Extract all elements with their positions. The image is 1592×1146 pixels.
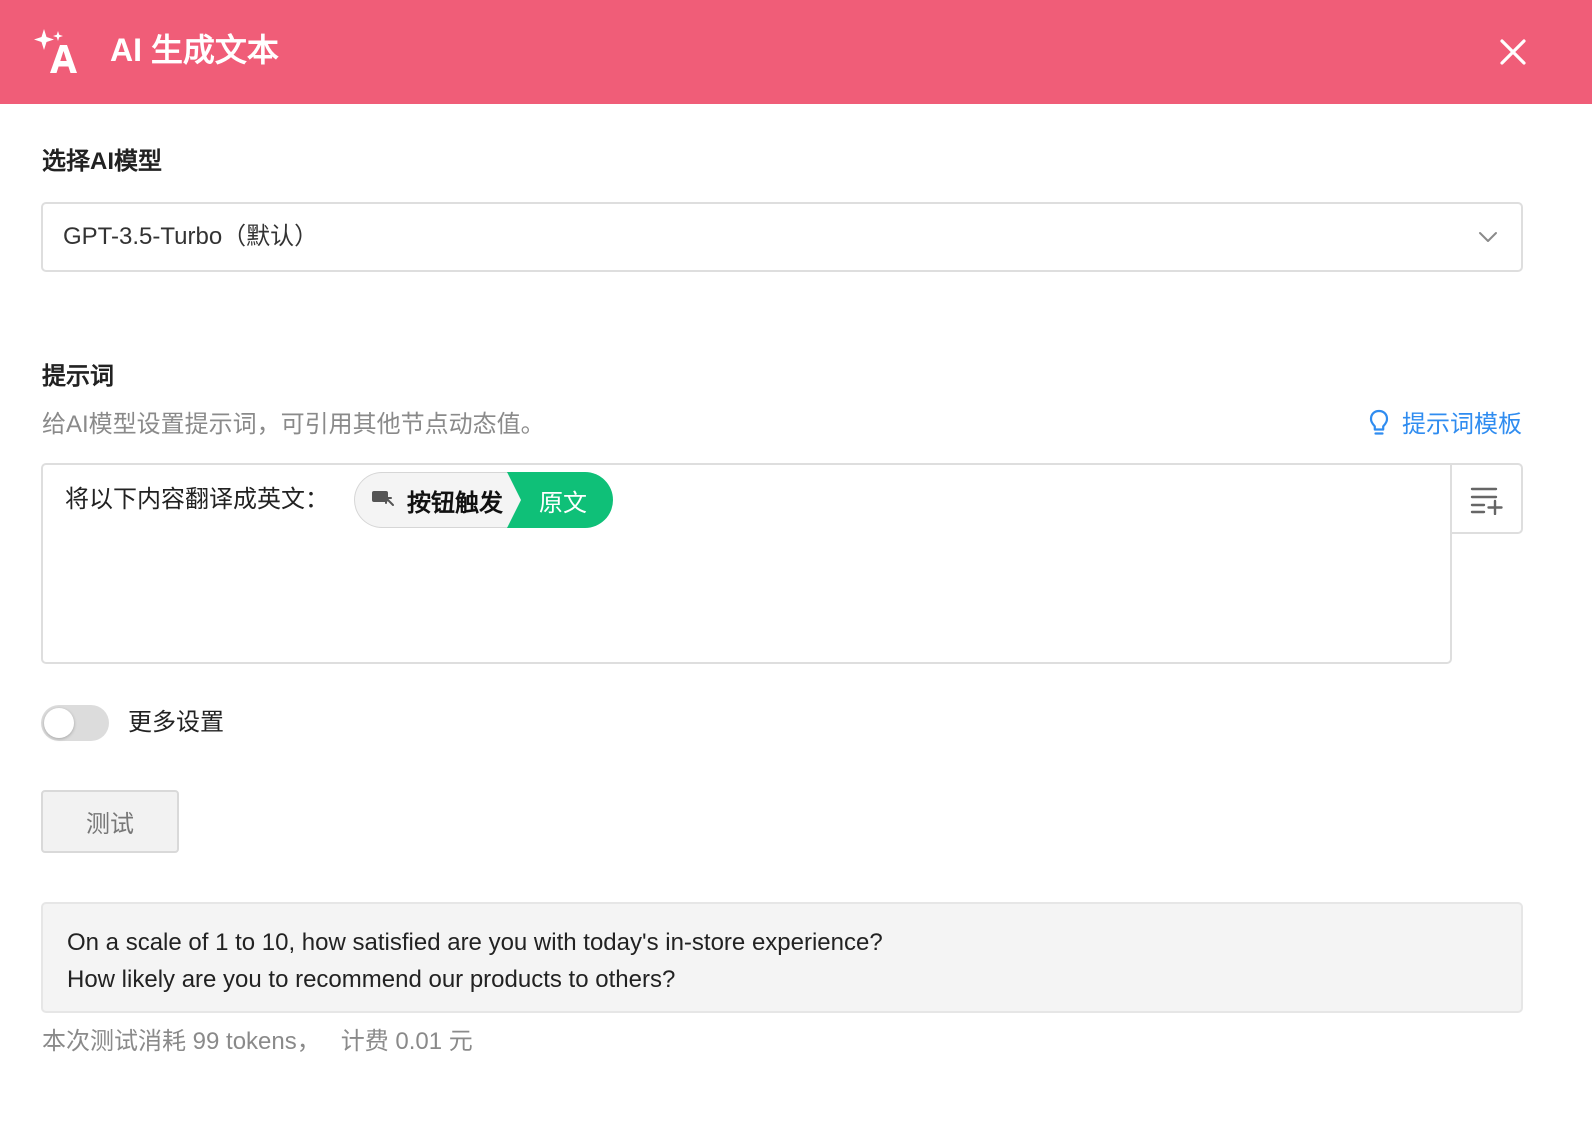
prompt-editor[interactable]: 将以下内容翻译成英文： 按钮触发 原文: [41, 463, 1452, 664]
variable-field-name: 原文: [539, 489, 587, 517]
model-select[interactable]: GPT-3.5-Turbo（默认）: [41, 202, 1523, 272]
prompt-template-label: 提示词模板: [1402, 411, 1522, 438]
prompt-template-link[interactable]: 提示词模板: [1366, 406, 1522, 444]
button-trigger-icon: [371, 488, 395, 513]
variable-node-name: 按钮触发: [407, 489, 503, 517]
variable-chip-node: 按钮触发: [354, 472, 525, 528]
usage-tokens: 本次测试消耗 99 tokens，: [42, 1028, 321, 1055]
prompt-label: 提示词: [42, 363, 114, 390]
lightbulb-icon: [1366, 408, 1392, 443]
test-result-box: On a scale of 1 to 10, how satisfied are…: [41, 902, 1523, 1013]
more-settings-label: 更多设置: [128, 709, 224, 736]
dialog-header: AI 生成文本: [0, 0, 1592, 104]
prompt-hint: 给AI模型设置提示词，可引用其他节点动态值。: [42, 411, 545, 438]
dialog-title: AI 生成文本: [110, 32, 279, 68]
toggle-knob: [44, 708, 74, 738]
more-settings-toggle[interactable]: [41, 705, 109, 741]
test-button[interactable]: 测试: [41, 790, 179, 853]
close-icon[interactable]: [1494, 33, 1532, 71]
model-label: 选择AI模型: [42, 148, 162, 175]
prompt-text: 将以下内容翻译成英文：: [65, 486, 329, 513]
usage-summary: 本次测试消耗 99 tokens， 计费 0.01 元: [42, 1025, 473, 1059]
insert-variable-button[interactable]: [1451, 463, 1523, 534]
result-line: How likely are you to recommend our prod…: [67, 966, 676, 993]
model-select-value: GPT-3.5-Turbo（默认）: [63, 223, 319, 250]
ai-sparkle-icon: [34, 27, 80, 75]
usage-cost: 计费 0.01 元: [340, 1028, 473, 1055]
chevron-down-icon: [1477, 226, 1499, 248]
variable-chip-field: 原文: [507, 472, 613, 528]
result-line: On a scale of 1 to 10, how satisfied are…: [67, 929, 883, 956]
variable-chip[interactable]: 按钮触发 原文: [354, 472, 613, 528]
